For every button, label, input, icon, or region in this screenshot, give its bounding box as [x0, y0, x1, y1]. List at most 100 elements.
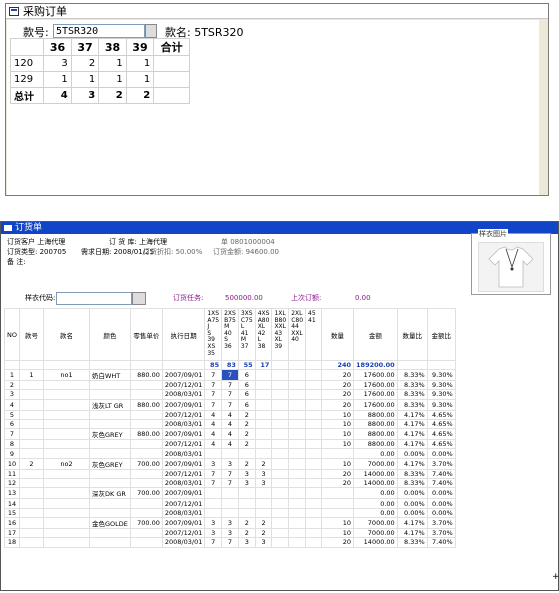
cell-qty[interactable]: [321, 498, 355, 509]
cell-s3[interactable]: 3: [237, 478, 256, 489]
cell-s1[interactable]: [204, 507, 223, 518]
cell-empty[interactable]: [271, 379, 290, 391]
cell-date[interactable]: 2007/09/01: [161, 398, 206, 411]
cell-sname[interactable]: no2: [42, 457, 90, 470]
grid-cell[interactable]: 1: [98, 71, 127, 88]
cell-qr[interactable]: 8.33%: [396, 379, 428, 391]
cell-amount[interactable]: 8800.00: [353, 409, 398, 420]
cell-qr[interactable]: 4.17%: [396, 439, 428, 450]
cell-amount[interactable]: 0.00: [353, 487, 398, 500]
cell-s2[interactable]: [221, 487, 239, 500]
grid-cell[interactable]: 1: [125, 55, 155, 72]
cell-empty[interactable]: [305, 369, 323, 381]
cell-s3[interactable]: 2: [237, 457, 256, 470]
cell-sname[interactable]: [42, 398, 90, 411]
cell-s1[interactable]: 7: [204, 478, 223, 489]
cell-sno[interactable]: 1: [18, 369, 44, 381]
cell-qty[interactable]: 20: [321, 379, 355, 391]
cell-s4[interactable]: [254, 498, 273, 509]
cell-empty[interactable]: [288, 498, 307, 509]
cell-qty[interactable]: 20: [321, 468, 355, 480]
cell-sname[interactable]: [42, 516, 90, 529]
cell-no[interactable]: 14: [4, 498, 20, 509]
col-size-6[interactable]: 2XL C80 44 XXL 40: [288, 308, 307, 361]
cell-s4[interactable]: [254, 448, 273, 459]
cell-no[interactable]: 4: [4, 398, 20, 411]
cell-ar[interactable]: 7.40%: [426, 468, 456, 480]
cell-empty[interactable]: [288, 516, 307, 529]
cell-empty[interactable]: [288, 487, 307, 500]
cell-qr[interactable]: 4.17%: [396, 457, 428, 470]
cell-sno[interactable]: [18, 379, 44, 391]
cell-sname[interactable]: [42, 478, 90, 489]
table-row[interactable]: 129 1 1 1 1: [9, 71, 190, 88]
cell-no[interactable]: 6: [4, 418, 20, 430]
grid-cell[interactable]: 3: [43, 55, 72, 72]
cell-color[interactable]: 灰色GREY: [88, 457, 131, 470]
cell-sno[interactable]: [18, 487, 44, 500]
cell-color[interactable]: 深灰DK GR: [88, 487, 131, 500]
cell-amount[interactable]: 17600.00: [353, 389, 398, 400]
cell-s4[interactable]: 2: [254, 457, 273, 470]
cell-empty[interactable]: [271, 487, 290, 500]
cell-s1[interactable]: 7: [204, 369, 223, 381]
cell-no[interactable]: 1: [4, 369, 20, 381]
cell-empty[interactable]: [305, 428, 323, 441]
cell-amount[interactable]: 8800.00: [353, 418, 398, 430]
cell-qty[interactable]: 10: [321, 457, 355, 470]
cell-no[interactable]: 15: [4, 507, 20, 518]
table-row[interactable]: 120 3 2 1 1: [9, 55, 190, 72]
cell-empty[interactable]: [305, 439, 323, 450]
cell-s1[interactable]: 4: [204, 439, 223, 450]
col-color[interactable]: 颜色: [88, 308, 131, 361]
cell-qty[interactable]: 10: [321, 409, 355, 420]
cell-s3[interactable]: 3: [237, 537, 256, 548]
table-row[interactable]: 11 2007/12/01 7 7 3 3 20 14000.00 8.33% 7.40%: [4, 468, 456, 480]
cell-price[interactable]: 700.00: [129, 487, 163, 500]
cell-s2[interactable]: 4: [221, 418, 239, 430]
cell-sno[interactable]: [18, 478, 44, 489]
cell-empty[interactable]: [288, 448, 307, 459]
cell-s1[interactable]: 7: [204, 379, 223, 391]
cell-qr[interactable]: 8.33%: [396, 468, 428, 480]
cell-s2[interactable]: 3: [221, 516, 239, 529]
cell-s2[interactable]: [221, 448, 239, 459]
cell-sno[interactable]: [18, 389, 44, 400]
cell-empty[interactable]: [271, 516, 290, 529]
cell-empty[interactable]: [271, 527, 290, 539]
cell-s2[interactable]: 7: [221, 468, 239, 480]
cell-s2[interactable]: 4: [221, 428, 239, 441]
cell-empty[interactable]: [288, 409, 307, 420]
cell-empty[interactable]: [271, 439, 290, 450]
cell-amount[interactable]: 14000.00: [353, 478, 398, 489]
cell-price[interactable]: 880.00: [129, 398, 163, 411]
cell-date[interactable]: 2008/03/01: [161, 507, 206, 518]
cell-s1[interactable]: [204, 448, 223, 459]
cell-empty[interactable]: [271, 369, 290, 381]
cell-color[interactable]: [88, 468, 131, 480]
cell-s2[interactable]: 7: [221, 398, 239, 411]
cell-no[interactable]: 7: [4, 428, 20, 441]
cell-price[interactable]: [129, 527, 163, 539]
cell-sname[interactable]: [42, 498, 90, 509]
grid-cell[interactable]: 2: [70, 55, 100, 72]
cell-color[interactable]: [88, 498, 131, 509]
cell-s4[interactable]: 3: [254, 478, 273, 489]
cell-s2[interactable]: 7: [221, 389, 239, 400]
cell-s1[interactable]: 4: [204, 428, 223, 441]
cell-s1[interactable]: 4: [204, 418, 223, 430]
cell-s4[interactable]: 2: [254, 527, 273, 539]
cell-s3[interactable]: 2: [237, 418, 256, 430]
cell-amount[interactable]: 0.00: [353, 498, 398, 509]
style-no-input[interactable]: [53, 24, 145, 38]
cell-sno[interactable]: [18, 468, 44, 480]
cell-s4[interactable]: 3: [254, 468, 273, 480]
cell-amount[interactable]: 17600.00: [353, 369, 398, 381]
table-row[interactable]: 14 2007/12/01 0.00 0.00% 0.00%: [4, 498, 456, 509]
cell-color[interactable]: [88, 507, 131, 518]
cell-date[interactable]: 2007/09/01: [161, 369, 206, 381]
cell-empty[interactable]: [288, 369, 307, 381]
cell-empty[interactable]: [305, 516, 323, 529]
cell-sname[interactable]: no1: [42, 369, 90, 381]
cell-s4[interactable]: [254, 389, 273, 400]
